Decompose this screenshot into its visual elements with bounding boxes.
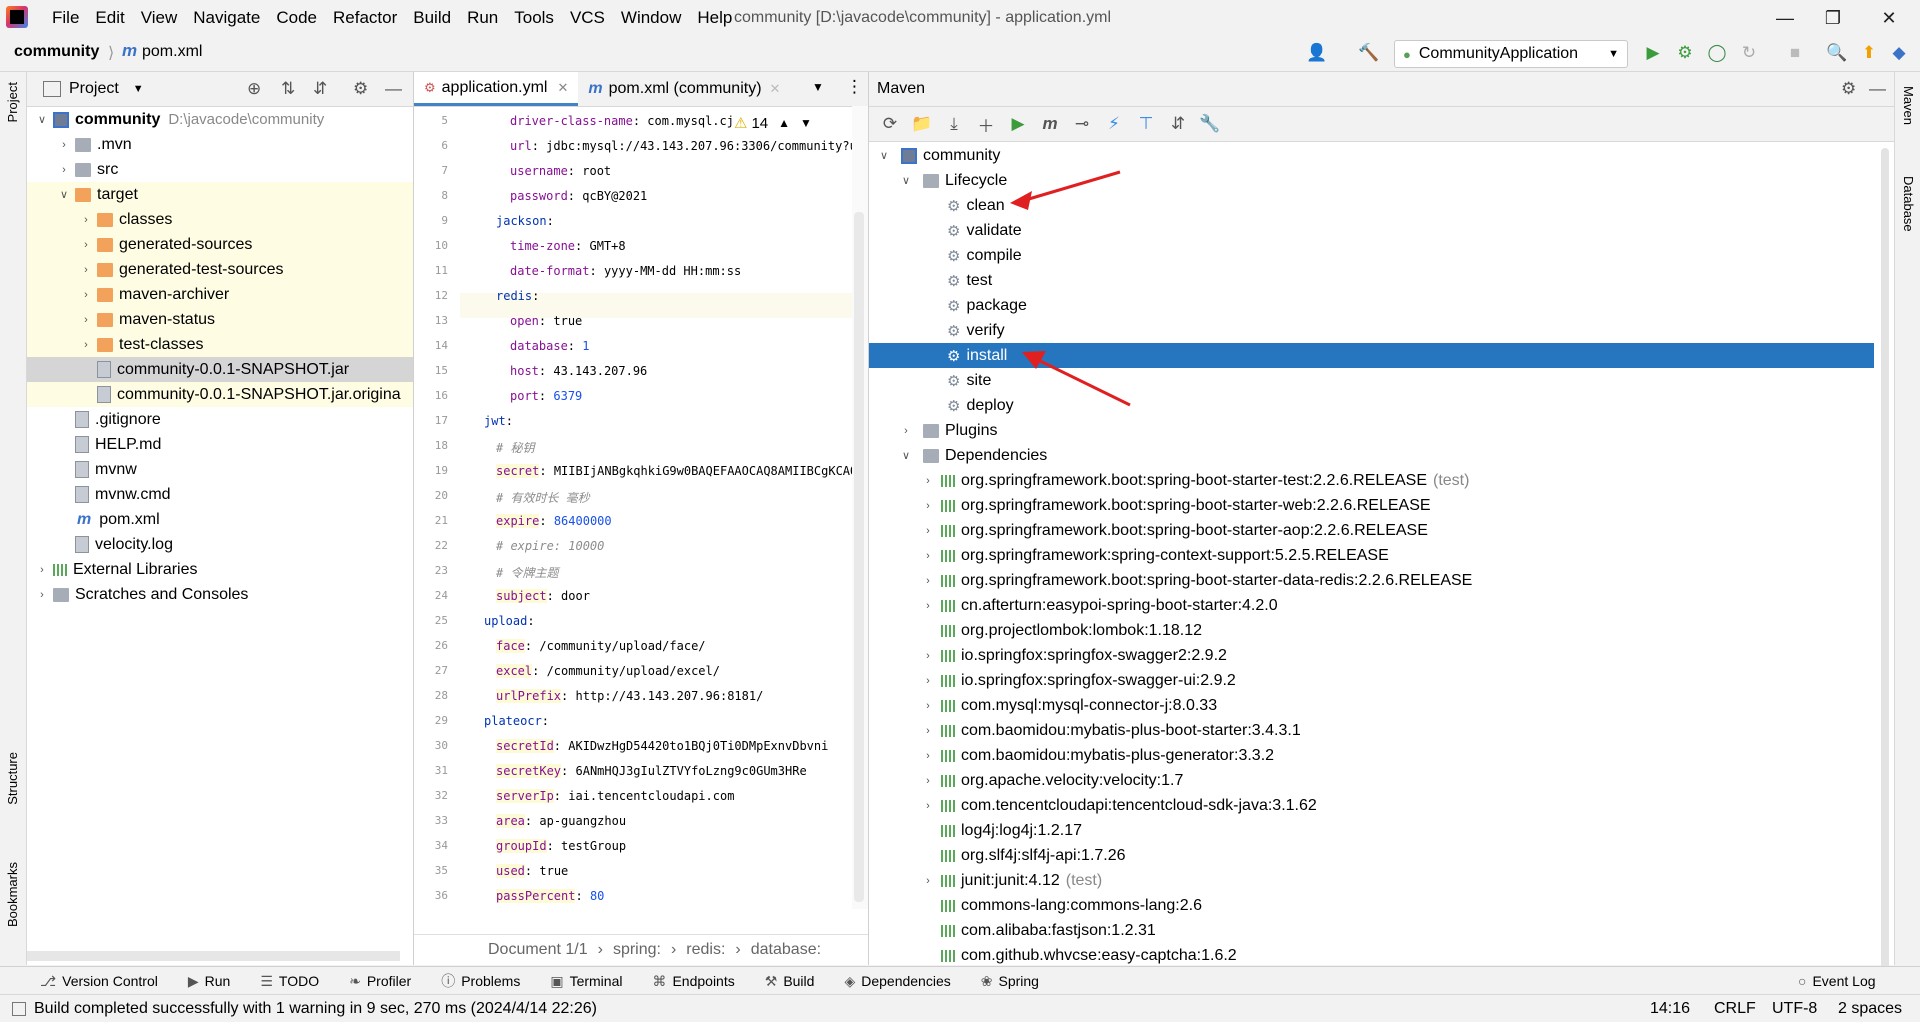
toolwindow-version-control[interactable]: ⎇ Version Control [40, 973, 158, 990]
file-encoding[interactable]: UTF-8 [1772, 1000, 1817, 1018]
toolwindow-label: Build [783, 973, 815, 989]
toolwindow-label: Profiler [366, 973, 412, 989]
toolwindow-endpoints[interactable]: ⌘ Endpoints [652, 973, 734, 990]
dependencies-icon: ◈ [844, 972, 856, 989]
annotation-arrow-install [1033, 356, 1131, 407]
toolwindow-label: TODO [278, 973, 320, 989]
arrow-head [1022, 351, 1046, 369]
status-panel-icon[interactable] [12, 1001, 26, 1016]
arrow-head [1010, 191, 1032, 210]
caret-position[interactable]: 14:16 [1650, 1000, 1690, 1018]
toolwindow-label: Event Log [1812, 973, 1876, 989]
run-icon: ▶ [187, 972, 199, 989]
annotation-arrow-clean [1021, 170, 1121, 203]
toolwindow-profiler[interactable]: ❧ Profiler [349, 973, 411, 990]
branch-icon: ⎇ [40, 972, 57, 989]
problems-icon: ⓘ [441, 973, 456, 989]
tool-windows-bar: ⎇ Version Control ▶ Run ☰ TODO ❧ Profiler ⓘ Probl… [0, 966, 1920, 995]
status-bar: Build completed successfully with 1 warn… [0, 994, 1920, 1022]
event-log-icon: ○ [1798, 973, 1807, 989]
status-message[interactable]: Build completed successfully with 1 warn… [34, 1000, 597, 1018]
line-separator[interactable]: CRLF [1714, 1000, 1756, 1018]
build-hammer-icon: ⚒ [764, 972, 778, 989]
toolwindow-event-log[interactable]: ○ Event Log [1798, 973, 1876, 989]
toolwindow-label: Version Control [62, 973, 158, 989]
toolwindow-label: Terminal [569, 973, 623, 989]
toolwindow-todo[interactable]: ☰ TODO [260, 973, 319, 990]
toolwindow-label: Endpoints [672, 973, 735, 989]
toolwindow-dependencies[interactable]: ◈ Dependencies [844, 973, 950, 990]
endpoints-icon: ⌘ [652, 972, 667, 989]
toolwindow-build[interactable]: ⚒ Build [765, 973, 815, 990]
toolwindow-problems[interactable]: ⓘ Problems [441, 971, 520, 991]
terminal-icon: ▣ [550, 972, 564, 989]
annotation-arrows [1010, 170, 1131, 407]
toolwindow-label: Spring [998, 973, 1039, 989]
profiler-icon: ❧ [349, 972, 361, 989]
toolwindow-run[interactable]: ▶ Run [188, 973, 230, 990]
toolwindow-label: Problems [461, 973, 521, 989]
toolwindow-label: Run [204, 973, 231, 989]
toolwindow-label: Dependencies [861, 973, 951, 989]
toolwindow-spring[interactable]: ❀ Spring [981, 973, 1039, 990]
spring-icon: ❀ [980, 972, 993, 989]
toolwindow-terminal[interactable]: ▣ Terminal [550, 973, 622, 990]
todo-list-icon: ☰ [260, 972, 273, 989]
indent-setting[interactable]: 2 spaces [1838, 1000, 1902, 1018]
